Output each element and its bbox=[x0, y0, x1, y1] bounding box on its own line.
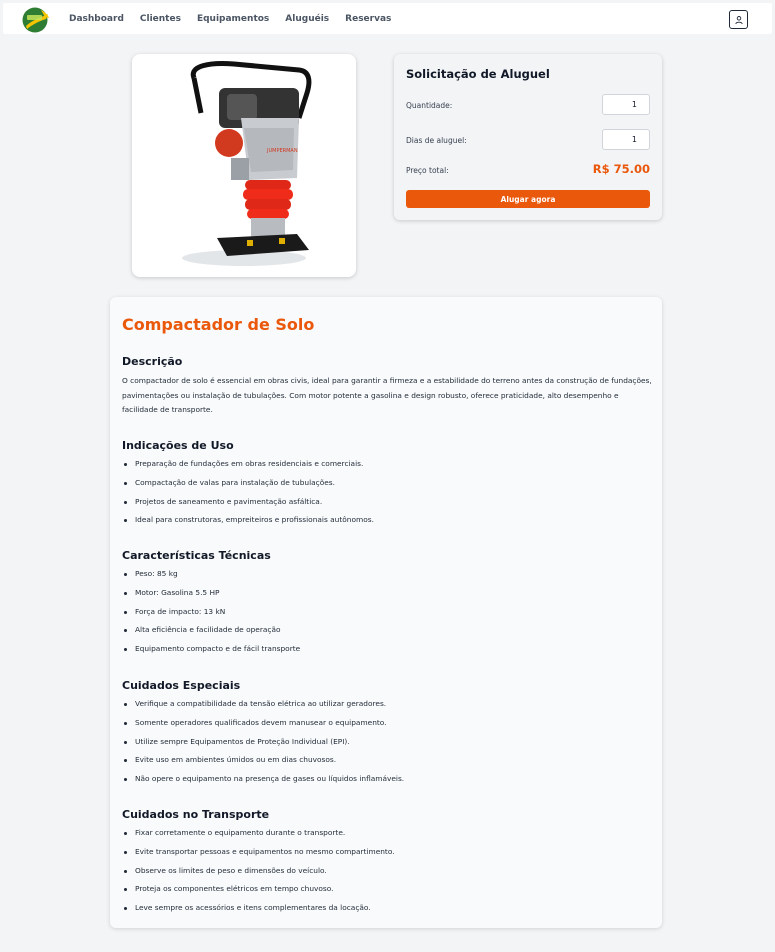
list-item: Verifique a compatibilidade da tensão el… bbox=[122, 695, 404, 714]
product-image-card: JUMPERMAN bbox=[132, 54, 356, 277]
days-label: Dias de aluguel: bbox=[406, 136, 467, 145]
logo-icon[interactable] bbox=[21, 5, 51, 35]
list-item: Evite transportar pessoas e equipamentos… bbox=[122, 843, 395, 862]
usage-list: Preparação de fundações em obras residen… bbox=[122, 455, 374, 530]
care-list: Verifique a compatibilidade da tensão el… bbox=[122, 695, 404, 789]
list-item: Peso: 85 kg bbox=[122, 565, 300, 584]
specs-list: Peso: 85 kg Motor: Gasolina 5.5 HP Força… bbox=[122, 565, 300, 659]
days-input[interactable] bbox=[602, 129, 650, 150]
rent-title: Solicitação de Aluguel bbox=[406, 67, 550, 81]
list-item: Utilize sempre Equipamentos de Proteção … bbox=[122, 733, 404, 752]
list-item: Evite uso em ambientes úmidos ou em dias… bbox=[122, 751, 404, 770]
list-item: Alta eficiência e facilidade de operação bbox=[122, 621, 300, 640]
list-item: Força de impacto: 13 kN bbox=[122, 603, 300, 622]
transport-list: Fixar corretamente o equipamento durante… bbox=[122, 824, 395, 918]
description-heading: Descrição bbox=[122, 355, 183, 368]
usage-heading: Indicações de Uso bbox=[122, 439, 234, 452]
list-item: Proteja os componentes elétricos em temp… bbox=[122, 880, 395, 899]
price-label: Preço total: bbox=[406, 166, 449, 175]
list-item: Observe os limites de peso e dimensões d… bbox=[122, 862, 395, 881]
quantity-label: Quantidade: bbox=[406, 101, 453, 110]
user-button[interactable] bbox=[729, 10, 748, 29]
list-item: Motor: Gasolina 5.5 HP bbox=[122, 584, 300, 603]
list-item: Preparação de fundações em obras residen… bbox=[122, 455, 374, 474]
nav-links: Dashboard Clientes Equipamentos Aluguéis… bbox=[69, 3, 407, 34]
list-item: Somente operadores qualificados devem ma… bbox=[122, 714, 404, 733]
rent-now-button[interactable]: Alugar agora bbox=[406, 190, 650, 208]
quantity-input[interactable] bbox=[602, 94, 650, 115]
nav-reservas[interactable]: Reservas bbox=[345, 14, 391, 24]
list-item: Leve sempre os acessórios e itens comple… bbox=[122, 899, 395, 918]
nav-equipamentos[interactable]: Equipamentos bbox=[197, 14, 269, 24]
list-item: Não opere o equipamento na presença de g… bbox=[122, 770, 404, 789]
list-item: Projetos de saneamento e pavimentação as… bbox=[122, 493, 374, 512]
nav-clientes[interactable]: Clientes bbox=[140, 14, 181, 24]
list-item: Ideal para construtoras, empreiteiros e … bbox=[122, 511, 374, 530]
price-value: R$ 75.00 bbox=[592, 162, 650, 176]
transport-heading: Cuidados no Transporte bbox=[122, 808, 270, 821]
svg-text:JUMPERMAN: JUMPERMAN bbox=[266, 148, 298, 154]
product-image: JUMPERMAN bbox=[182, 61, 312, 266]
nav-dashboard[interactable]: Dashboard bbox=[69, 14, 124, 24]
navbar: Dashboard Clientes Equipamentos Aluguéis… bbox=[3, 3, 772, 34]
product-title: Compactador de Solo bbox=[122, 315, 315, 334]
user-icon bbox=[734, 15, 743, 24]
nav-alugueis[interactable]: Aluguéis bbox=[285, 14, 329, 24]
rent-request-card: Solicitação de Aluguel Quantidade: Dias … bbox=[394, 54, 662, 220]
list-item: Equipamento compacto e de fácil transpor… bbox=[122, 640, 300, 659]
specs-heading: Características Técnicas bbox=[122, 549, 271, 562]
list-item: Compactação de valas para instalação de … bbox=[122, 474, 374, 493]
list-item: Fixar corretamente o equipamento durante… bbox=[122, 824, 395, 843]
description-text: O compactador de solo é essencial em obr… bbox=[122, 376, 652, 414]
product-details-card: Compactador de Solo Descrição O compacta… bbox=[110, 297, 662, 928]
care-heading: Cuidados Especiais bbox=[122, 679, 241, 692]
